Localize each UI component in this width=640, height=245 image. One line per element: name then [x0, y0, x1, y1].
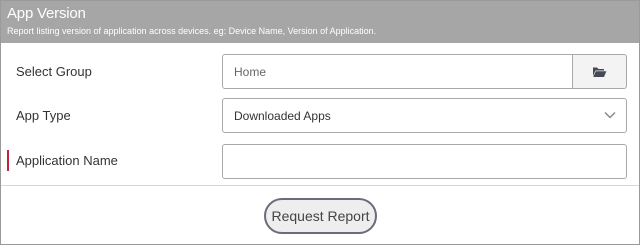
select-group-field[interactable]: Home: [222, 54, 573, 89]
folder-open-icon: [593, 67, 607, 77]
application-name-label: Application Name: [16, 153, 118, 168]
select-group-label: Select Group: [16, 64, 92, 79]
page-subtitle: Report listing version of application ac…: [7, 26, 377, 36]
form-divider: [1, 185, 639, 186]
app-type-label: App Type: [16, 108, 71, 123]
app-version-panel: App Version Report listing version of ap…: [0, 0, 640, 245]
application-name-input[interactable]: [222, 144, 627, 179]
app-type-select[interactable]: Downloaded Apps: [222, 98, 627, 133]
app-type-value: Downloaded Apps: [234, 109, 331, 123]
chevron-down-icon: [604, 111, 616, 119]
panel-header: App Version Report listing version of ap…: [1, 1, 639, 43]
request-report-button[interactable]: Request Report: [264, 198, 377, 234]
select-group-value: Home: [234, 65, 267, 79]
browse-group-button[interactable]: [572, 54, 627, 89]
page-title: App Version: [7, 5, 86, 22]
required-indicator: [7, 150, 9, 171]
